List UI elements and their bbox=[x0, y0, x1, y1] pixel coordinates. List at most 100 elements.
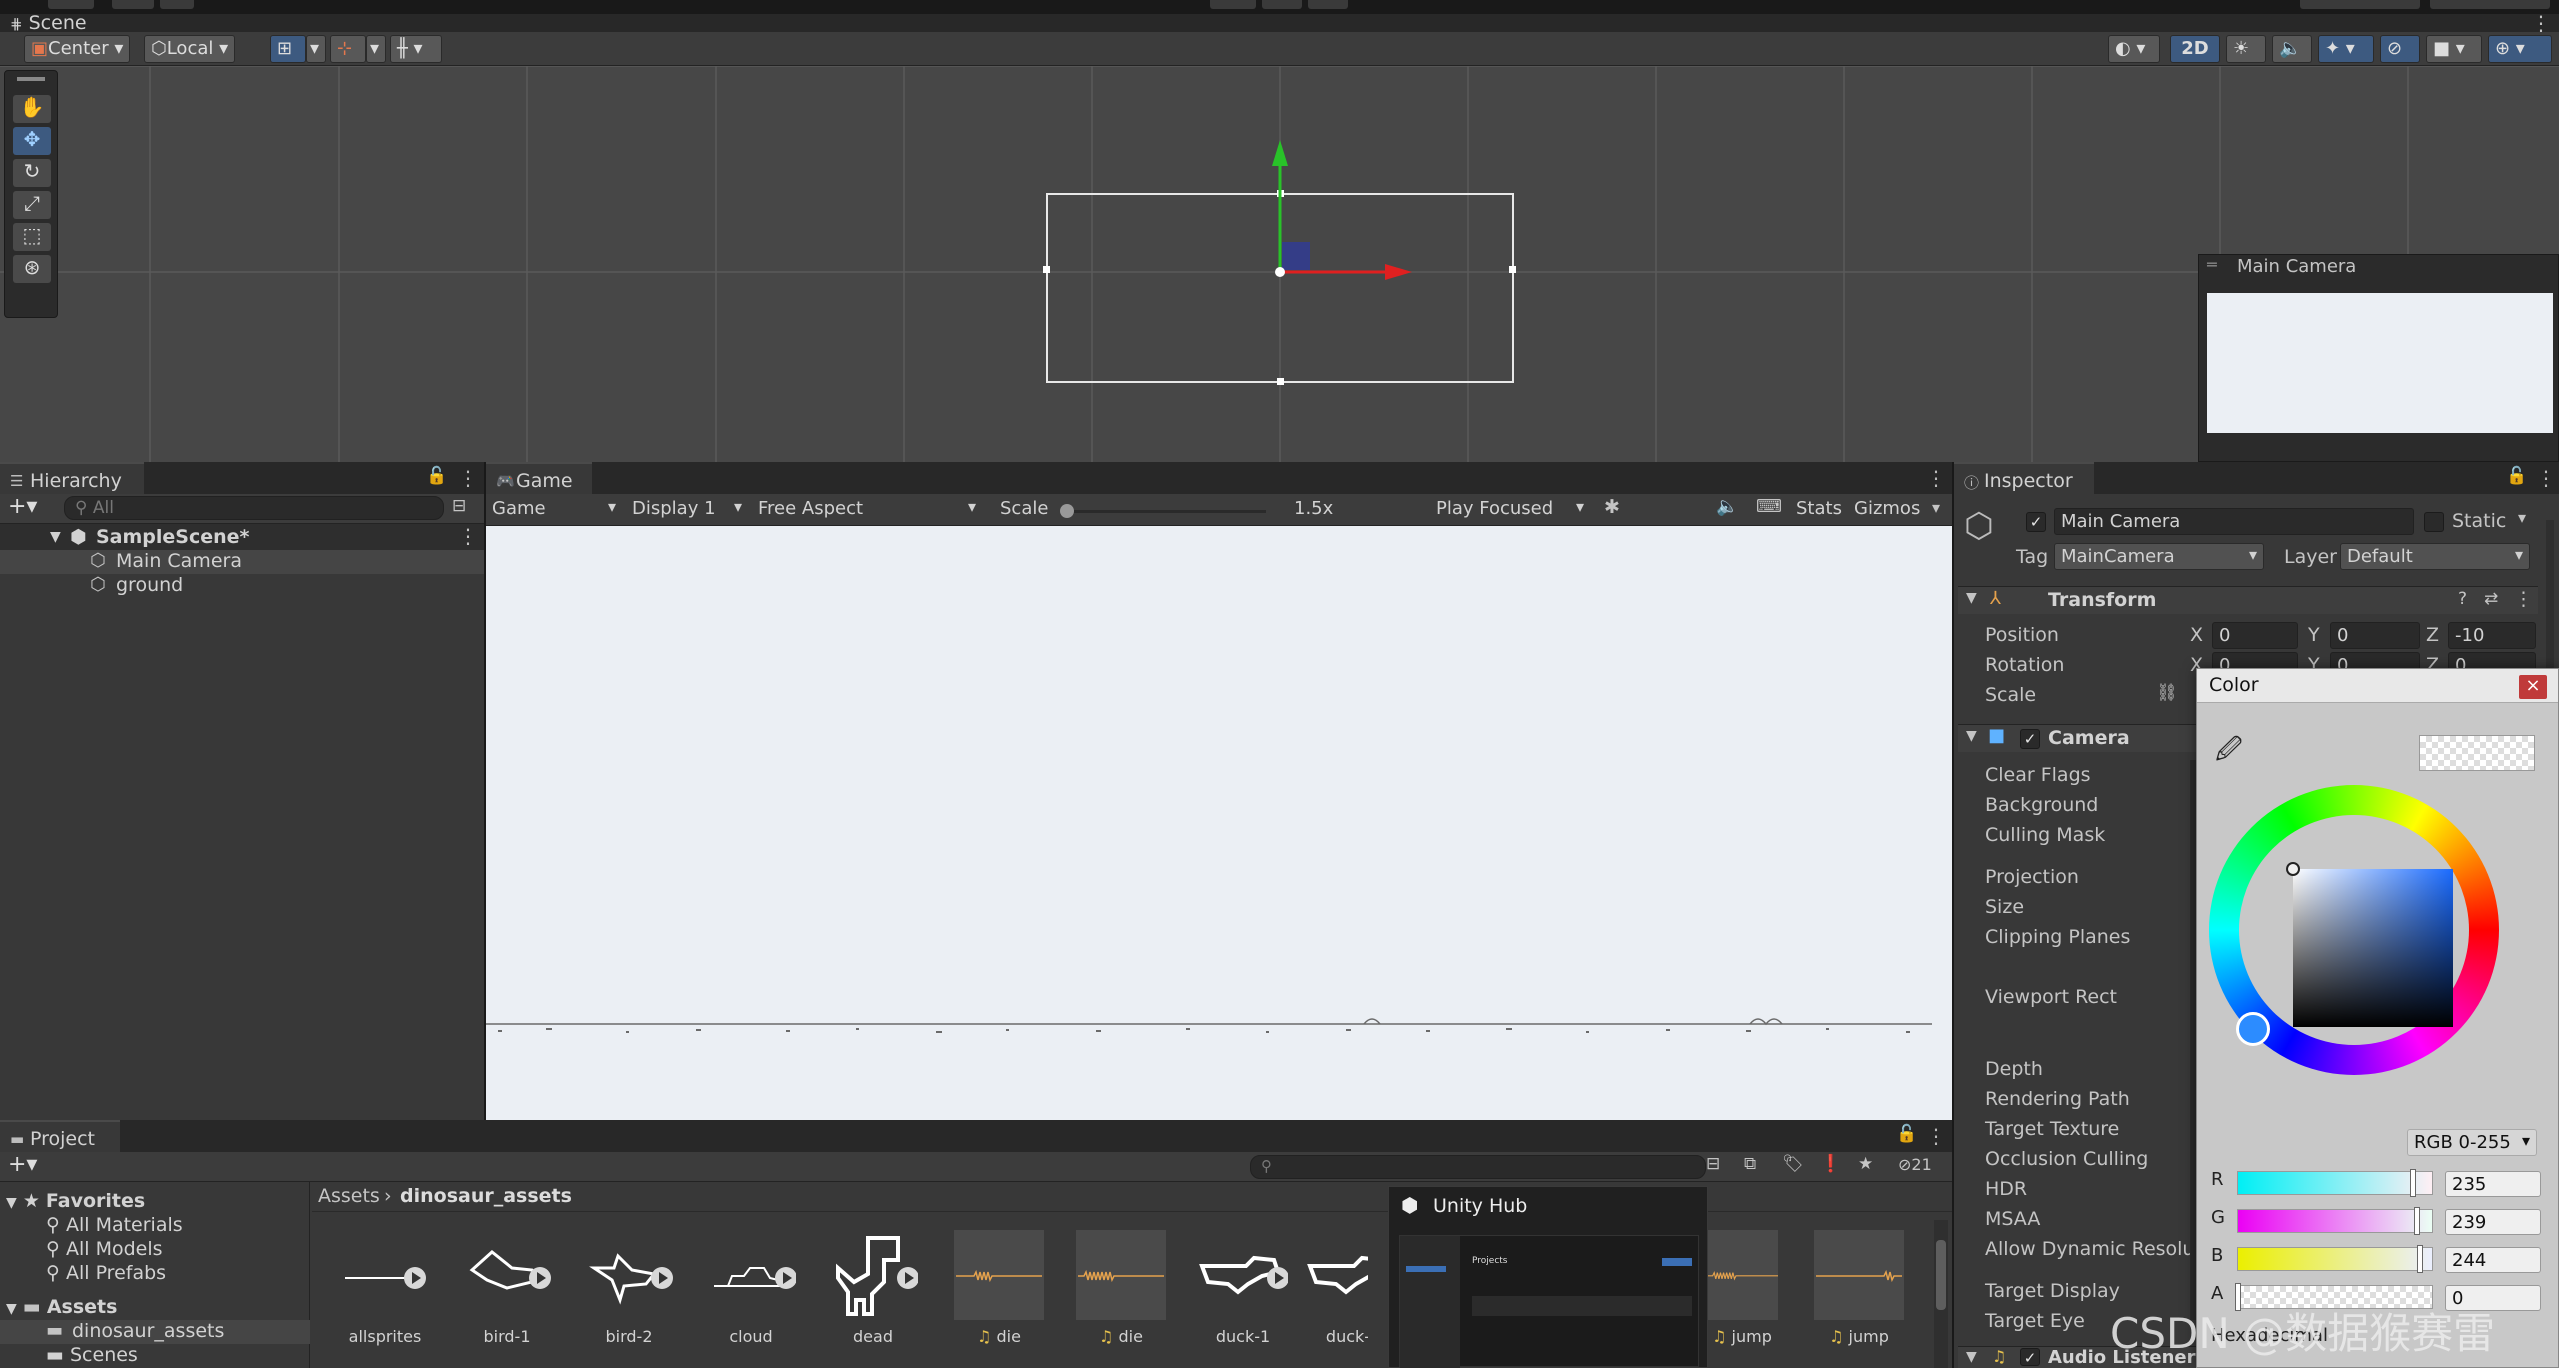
pivot-dropdown[interactable]: ▣Center ▾ bbox=[24, 35, 131, 63]
color-picker-titlebar[interactable]: Color × bbox=[2197, 669, 2558, 703]
g-slider-handle[interactable] bbox=[2413, 1207, 2420, 1235]
visibility-toggle[interactable]: ⊘ bbox=[2380, 35, 2420, 63]
gizmos-button[interactable]: Gizmos bbox=[1854, 498, 1920, 519]
grid-snap-menu[interactable]: ▾ bbox=[306, 35, 326, 63]
scale-slider-track[interactable] bbox=[1066, 510, 1266, 513]
hue-handle[interactable] bbox=[2236, 1012, 2270, 1046]
rect-tool-icon[interactable]: ⬚ bbox=[13, 223, 51, 251]
stats-button[interactable]: Stats bbox=[1796, 498, 1842, 519]
draw-mode-dropdown[interactable]: ◐ ▾ bbox=[2108, 35, 2160, 63]
gizmos-menu-icon[interactable]: ▾ bbox=[1932, 498, 1940, 517]
project-scrollbar[interactable] bbox=[1934, 1220, 1948, 1368]
hand-tool-icon[interactable]: ✋ bbox=[13, 95, 51, 123]
camera-enabled-checkbox[interactable]: ✓ bbox=[2020, 729, 2040, 749]
lighting-toggle[interactable]: ☀ bbox=[2226, 35, 2266, 63]
asset-duck-2[interactable]: duck- bbox=[1298, 1225, 1368, 1355]
create-button[interactable]: +▾ bbox=[8, 494, 37, 519]
transform-header[interactable]: ▼ ⅄ Transform ? ⇄ ⋮ bbox=[1958, 586, 2538, 614]
asset-bird-1[interactable]: bird-1 bbox=[452, 1225, 562, 1355]
move-tool-icon[interactable]: ✥ bbox=[13, 127, 51, 155]
assets-folder[interactable]: ▼ ▬ Assets bbox=[6, 1296, 117, 1320]
asset-duck-1[interactable]: duck-1 bbox=[1188, 1225, 1298, 1355]
asset-die-2[interactable]: ♫ die bbox=[1066, 1225, 1176, 1355]
favorite-item[interactable]: ⚲ All Materials bbox=[46, 1214, 183, 1238]
scale-tool-icon[interactable]: ⤢ bbox=[13, 191, 51, 219]
gizmos-dropdown[interactable]: ⊕ ▾ bbox=[2488, 35, 2552, 63]
play-mode-dropdown[interactable]: Play Focused bbox=[1430, 496, 1590, 523]
static-dropdown-icon[interactable]: ▾ bbox=[2518, 508, 2526, 527]
top-strip-button[interactable] bbox=[48, 0, 94, 9]
hierarchy-item-ground[interactable]: ⬡ ground bbox=[0, 574, 484, 598]
effects-toggle[interactable]: ✦ ▾ bbox=[2318, 35, 2374, 63]
inspector-lock-icon[interactable]: 🔓 bbox=[2506, 466, 2527, 486]
position-y-field[interactable]: 0 bbox=[2330, 622, 2420, 649]
play-button[interactable] bbox=[1210, 0, 1256, 9]
scene-tab[interactable]: ⋕ Scene bbox=[10, 14, 87, 34]
asset-allsprites[interactable]: allsprites bbox=[330, 1225, 440, 1355]
audio-listener-checkbox[interactable]: ✓ bbox=[2020, 1348, 2040, 1367]
static-checkbox[interactable] bbox=[2424, 512, 2444, 532]
game-tab[interactable]: 🎮 Game bbox=[486, 462, 592, 494]
grid-snap-button[interactable]: ⊞ bbox=[270, 35, 306, 63]
asset-jump-2[interactable]: ♫ jump bbox=[1804, 1225, 1914, 1355]
hierarchy-menu-icon[interactable]: ⋮ bbox=[458, 466, 478, 490]
color-mode-dropdown[interactable]: RGB 0-255 bbox=[2407, 1129, 2537, 1156]
g-channel-field[interactable]: 239 bbox=[2445, 1209, 2541, 1235]
project-search-input[interactable]: ⚲ bbox=[1250, 1155, 1706, 1179]
scale-slider-thumb[interactable] bbox=[1060, 504, 1074, 518]
hierarchy-tab[interactable]: ☰ Hierarchy bbox=[0, 462, 144, 494]
component-menu-icon[interactable]: ⋮ bbox=[2514, 588, 2533, 610]
unity-hub-preview-popup[interactable]: ⬢ Unity Hub Projects bbox=[1388, 1186, 1708, 1368]
scene-grid[interactable] bbox=[0, 66, 2559, 462]
sv-handle[interactable] bbox=[2286, 862, 2300, 876]
eyedropper-icon[interactable]: 🖉 bbox=[2215, 731, 2243, 775]
tag-dropdown[interactable]: MainCamera bbox=[2054, 543, 2264, 570]
b-channel-slider[interactable] bbox=[2237, 1247, 2433, 1271]
help-icon[interactable]: ? bbox=[2458, 589, 2467, 609]
game-render-view[interactable] bbox=[486, 526, 1952, 1120]
palette-handle[interactable] bbox=[17, 77, 45, 81]
preset-icon[interactable]: ⇄ bbox=[2484, 589, 2498, 609]
asset-bird-2[interactable]: bird-2 bbox=[574, 1225, 684, 1355]
position-z-field[interactable]: -10 bbox=[2448, 622, 2536, 649]
asset-cloud[interactable]: cloud bbox=[696, 1225, 806, 1355]
favorite-item[interactable]: ⚲ All Prefabs bbox=[46, 1262, 166, 1286]
favorite-star-icon[interactable]: ★ bbox=[1858, 1154, 1873, 1174]
top-strip-button[interactable] bbox=[160, 0, 194, 9]
favorites-header[interactable]: ▼ ★ Favorites bbox=[6, 1190, 145, 1214]
project-lock-icon[interactable]: 🔓 bbox=[1896, 1124, 1917, 1144]
increment-snap-menu[interactable]: ▾ bbox=[366, 35, 386, 63]
folder-item-scenes[interactable]: ▬ Scenes bbox=[46, 1344, 138, 1368]
project-menu-icon[interactable]: ⋮ bbox=[1926, 1124, 1946, 1148]
inspector-menu-icon[interactable]: ⋮ bbox=[2536, 466, 2556, 490]
display-dropdown[interactable]: Display 1 bbox=[626, 496, 748, 523]
increment-snap-button[interactable]: ⊹ bbox=[330, 35, 366, 63]
2d-toggle[interactable]: 2D bbox=[2170, 35, 2220, 63]
search-filter-icon[interactable]: ⊟ bbox=[452, 496, 466, 516]
game-view-dropdown[interactable]: Game bbox=[486, 496, 622, 523]
filter-by-label-icon[interactable]: 🏷 bbox=[1782, 1154, 1804, 1174]
log-icon[interactable]: ❗ bbox=[1820, 1154, 1841, 1174]
inspector-tab[interactable]: ⓘ Inspector bbox=[1954, 462, 2094, 494]
project-tab[interactable]: ▬ Project bbox=[0, 1120, 120, 1152]
layer-dropdown[interactable]: Default bbox=[2340, 543, 2530, 570]
hierarchy-item-main-camera[interactable]: ⬡ Main Camera bbox=[0, 550, 484, 574]
search-by-type-icon[interactable]: ⊟ bbox=[1706, 1154, 1720, 1174]
pause-button[interactable] bbox=[1262, 0, 1302, 9]
r-channel-slider[interactable] bbox=[2237, 1171, 2433, 1195]
scene-menu-icon[interactable]: ⋮ bbox=[458, 524, 478, 548]
mute-audio-icon[interactable]: 🔈 bbox=[1716, 496, 1738, 517]
bug-icon[interactable]: ✱ bbox=[1604, 496, 1620, 518]
layers-dropdown[interactable] bbox=[2300, 0, 2420, 9]
keyboard-icon[interactable]: ⌨ bbox=[1756, 496, 1782, 517]
camera-dropdown[interactable]: ■ ▾ bbox=[2426, 35, 2482, 63]
layout-dropdown[interactable] bbox=[2430, 0, 2550, 9]
scrollbar-thumb[interactable] bbox=[1936, 1240, 1946, 1310]
link-icon[interactable]: ⛓ bbox=[2156, 683, 2178, 703]
position-x-field[interactable]: 0 bbox=[2212, 622, 2298, 649]
scene-row[interactable]: ▼ ⬢ SampleScene* ⋮ bbox=[0, 524, 484, 550]
asset-die-1[interactable]: ♫ die bbox=[944, 1225, 1054, 1355]
r-slider-handle[interactable] bbox=[2409, 1169, 2416, 1197]
asset-dead[interactable]: dead bbox=[818, 1225, 928, 1355]
active-checkbox[interactable]: ✓ bbox=[2026, 512, 2046, 532]
